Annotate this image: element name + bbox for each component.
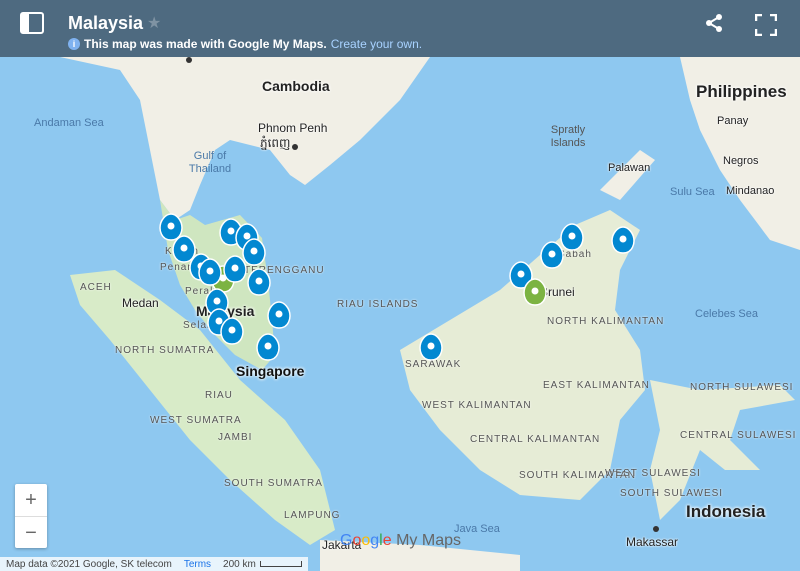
label-west-sumatra: WEST SUMATRA [150, 415, 242, 426]
label-south-sumatra: SOUTH SUMATRA [224, 478, 323, 489]
zoom-out-button[interactable]: − [15, 517, 47, 549]
made-with-notice: i This map was made with Google My Maps.… [68, 37, 422, 51]
label-east-kalimantan: EAST KALIMANTAN [543, 380, 650, 391]
label-brunei: Brunei [540, 285, 575, 299]
label-sabah: Sabah [558, 249, 592, 260]
map-title: Malaysia [68, 13, 144, 33]
label-panay: Panay [717, 115, 749, 127]
label-gulf-of-thailand: Gulf of Thailand [188, 150, 232, 175]
label-selangor: Selangor [183, 320, 232, 331]
label-philippines: Philippines [696, 82, 787, 101]
info-icon: i [68, 38, 80, 50]
label-singapore: Singapore [236, 363, 305, 379]
share-icon[interactable] [704, 13, 724, 33]
label-terengganu: TERENGGANU [244, 265, 325, 276]
label-negros: Negros [723, 155, 759, 167]
create-your-own-link[interactable]: Create your own. [331, 37, 422, 51]
label-kedah: Kedah [165, 246, 199, 257]
label-north-kalimantan: NORTH KALIMANTAN [547, 316, 665, 327]
label-perak: Perak [185, 286, 217, 297]
label-central-kalimantan: CENTRAL KALIMANTAN [470, 434, 601, 445]
label-south-sulawesi: SOUTH SULAWESI [620, 488, 724, 499]
label-medan: Medan [122, 296, 159, 310]
label-makassar: Makassar [626, 535, 679, 549]
label-west-sulawesi: WEST SULAWESI [605, 468, 701, 479]
label-phnom-penh: Phnom Penh [258, 121, 328, 135]
label-aceh: ACEH [80, 282, 112, 293]
label-penang: Penang [160, 262, 201, 273]
label-spratly-islands: Spratly Islands [550, 124, 586, 149]
map-header: Malaysia ★ i This map was made with Goog… [0, 0, 800, 57]
label-palawan: Palawan [608, 162, 651, 174]
made-with-text: This map was made with Google My Maps. [84, 37, 327, 51]
scale-bar [259, 560, 302, 567]
google-my-maps-logo: Google My Maps [340, 532, 461, 549]
label-indonesia: Indonesia [686, 502, 766, 521]
label-riau: RIAU [205, 390, 233, 401]
zoom-controls: + − [15, 484, 47, 548]
terms-link[interactable]: Terms [184, 559, 211, 570]
zoom-in-button[interactable]: + [15, 484, 47, 517]
label-celebes-sea: Celebes Sea [695, 308, 758, 320]
label-andaman-sea: Andaman Sea [34, 117, 104, 129]
label-mindanao: Mindanao [726, 185, 775, 197]
label-cambodia: Cambodia [262, 78, 330, 94]
fullscreen-icon[interactable] [755, 14, 777, 36]
label-west-kalimantan: WEST KALIMANTAN [422, 400, 532, 411]
label-north-sumatra: NORTH SUMATRA [115, 345, 215, 356]
star-icon[interactable]: ★ [147, 13, 161, 33]
label-sulu-sea: Sulu Sea [670, 186, 715, 198]
side-panel-icon[interactable] [20, 12, 44, 34]
label-sarawak: SARAWAK [405, 359, 462, 370]
map-footer: Map data ©2021 Google, SK telecom Terms … [0, 557, 308, 571]
label-riau-islands: RIAU ISLANDS [337, 299, 419, 310]
label-central-sulawesi: CENTRAL SULAWESI [680, 430, 797, 441]
attribution-text: Map data ©2021 Google, SK telecom [6, 558, 172, 570]
label-phnom-penh-khmer: ភ្នំពេញ [260, 136, 291, 150]
label-north-sulawesi: NORTH SULAWESI [690, 382, 794, 393]
scale-indicator: 200 km [223, 559, 302, 570]
label-lampung: LAMPUNG [284, 510, 341, 521]
label-jambi: JAMBI [218, 432, 253, 443]
label-malaysia: Malaysia [196, 303, 255, 319]
